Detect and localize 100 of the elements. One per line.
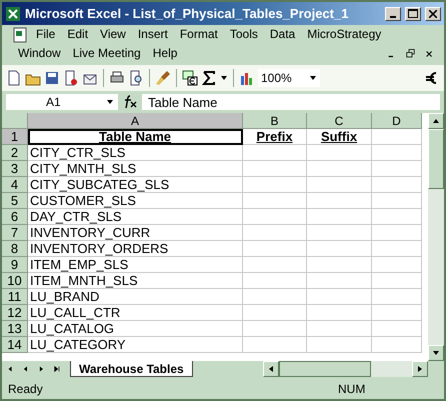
table-cell: INVENTORY_CURR xyxy=(28,225,243,241)
row-header[interactable]: 1 xyxy=(2,129,28,145)
table-cell xyxy=(307,337,372,353)
close-icon xyxy=(429,10,437,18)
table-cell xyxy=(372,161,422,177)
left-arrow-icon xyxy=(267,365,275,373)
row-header[interactable]: 6 xyxy=(2,209,28,225)
brush-icon[interactable] xyxy=(155,70,171,86)
menu-item[interactable]: Tools xyxy=(224,25,264,44)
table-cell xyxy=(243,193,307,209)
save-icon[interactable] xyxy=(44,70,60,86)
row-header[interactable]: 11 xyxy=(2,289,28,305)
sum-icon[interactable] xyxy=(201,70,217,86)
print-preview-icon[interactable] xyxy=(128,70,144,86)
chart-icon[interactable] xyxy=(239,70,255,86)
status-text: Ready xyxy=(8,382,44,396)
table-cell xyxy=(372,321,422,337)
zoom-dropdown[interactable]: 100% xyxy=(258,69,320,87)
scroll-left-button[interactable] xyxy=(263,361,279,377)
table-cell xyxy=(307,209,372,225)
column-header[interactable]: A xyxy=(28,113,243,129)
caret-icon xyxy=(309,74,317,82)
table-cell xyxy=(307,145,372,161)
table-cell xyxy=(372,257,422,273)
sheet-tab[interactable]: Warehouse Tables xyxy=(70,361,193,377)
table-cell xyxy=(243,273,307,289)
maximize-button[interactable] xyxy=(405,6,421,20)
table-cell xyxy=(307,241,372,257)
vertical-scrollbar[interactable] xyxy=(428,113,444,361)
horizontal-scrollbar[interactable] xyxy=(263,361,428,377)
row-header[interactable]: 2 xyxy=(2,145,28,161)
permission-icon[interactable] xyxy=(63,70,79,86)
table-cell xyxy=(243,145,307,161)
table-cell xyxy=(307,321,372,337)
table-cell: LU_BRAND xyxy=(28,289,243,305)
table-cell xyxy=(372,225,422,241)
table-cell xyxy=(372,209,422,225)
column-header[interactable]: B xyxy=(243,113,307,129)
menu-item[interactable]: Help xyxy=(146,44,184,63)
table-cell: CUSTOMER_SLS xyxy=(28,193,243,209)
minimize-button[interactable] xyxy=(385,6,401,20)
row-header[interactable]: 3 xyxy=(2,161,28,177)
table-cell: CITY_MNTH_SLS xyxy=(28,161,243,177)
menu-item[interactable]: Live Meeting xyxy=(66,44,147,63)
row-header[interactable]: 12 xyxy=(2,305,28,321)
row-header[interactable]: 13 xyxy=(2,321,28,337)
table-cell xyxy=(307,193,372,209)
right-arrow-icon xyxy=(416,365,424,373)
minimize-icon xyxy=(390,16,396,18)
menu-item[interactable]: Edit xyxy=(61,25,94,44)
column-header[interactable]: C xyxy=(307,113,372,129)
column-header[interactable]: D xyxy=(372,113,422,129)
scroll-right-button[interactable] xyxy=(412,361,428,377)
table-cell xyxy=(243,289,307,305)
menu-item[interactable]: MicroStrategy xyxy=(301,25,388,44)
table-cell xyxy=(307,305,372,321)
function-icon xyxy=(122,95,138,109)
row-header[interactable]: 8 xyxy=(2,241,28,257)
table-cell xyxy=(243,305,307,321)
dropdown-icon xyxy=(220,74,228,82)
menu-item[interactable]: Data xyxy=(264,25,302,44)
table-cell: Table Name xyxy=(28,129,243,145)
menu-item[interactable]: Window xyxy=(12,44,67,63)
menu-item[interactable]: View xyxy=(94,25,132,44)
row-header[interactable]: 5 xyxy=(2,193,28,209)
table-cell xyxy=(243,321,307,337)
table-cell xyxy=(243,225,307,241)
table-cell xyxy=(243,241,307,257)
maximize-icon xyxy=(408,9,418,18)
table-cell xyxy=(243,257,307,273)
close-button[interactable] xyxy=(425,6,441,20)
table-cell xyxy=(243,337,307,353)
formula-field[interactable]: Table Name xyxy=(142,94,440,110)
row-header[interactable]: 9 xyxy=(2,257,28,273)
table-cell xyxy=(372,337,422,353)
new-file-icon[interactable] xyxy=(6,70,22,86)
row-header[interactable]: 10 xyxy=(2,273,28,289)
scroll-thumb[interactable] xyxy=(279,361,371,377)
menu-item[interactable]: File xyxy=(30,25,62,44)
menu-item[interactable]: Format xyxy=(174,25,224,44)
row-header[interactable]: 14 xyxy=(2,337,28,353)
menu-item[interactable]: Insert xyxy=(132,25,174,44)
document-icon[interactable] xyxy=(12,27,28,43)
scroll-down-button[interactable] xyxy=(428,345,444,361)
table-cell: DAY_CTR_SLS xyxy=(28,209,243,225)
row-header[interactable]: 4 xyxy=(2,177,28,193)
row-header[interactable]: 7 xyxy=(2,225,28,241)
table-cell: LU_CATEGORY xyxy=(28,337,243,353)
euro-conversion-icon[interactable] xyxy=(182,70,198,86)
spreadsheet-icon xyxy=(5,6,21,22)
caret-icon xyxy=(106,98,114,106)
up-arrow-icon xyxy=(432,117,440,125)
scroll-up-button[interactable] xyxy=(428,113,444,129)
table-cell xyxy=(307,273,372,289)
table-cell xyxy=(372,145,422,161)
table-cell: Suffix xyxy=(307,129,372,145)
name-box[interactable]: A1 xyxy=(6,94,118,110)
table-cell: ITEM_MNTH_SLS xyxy=(28,273,243,289)
table-cell xyxy=(307,177,372,193)
table-cell xyxy=(243,177,307,193)
